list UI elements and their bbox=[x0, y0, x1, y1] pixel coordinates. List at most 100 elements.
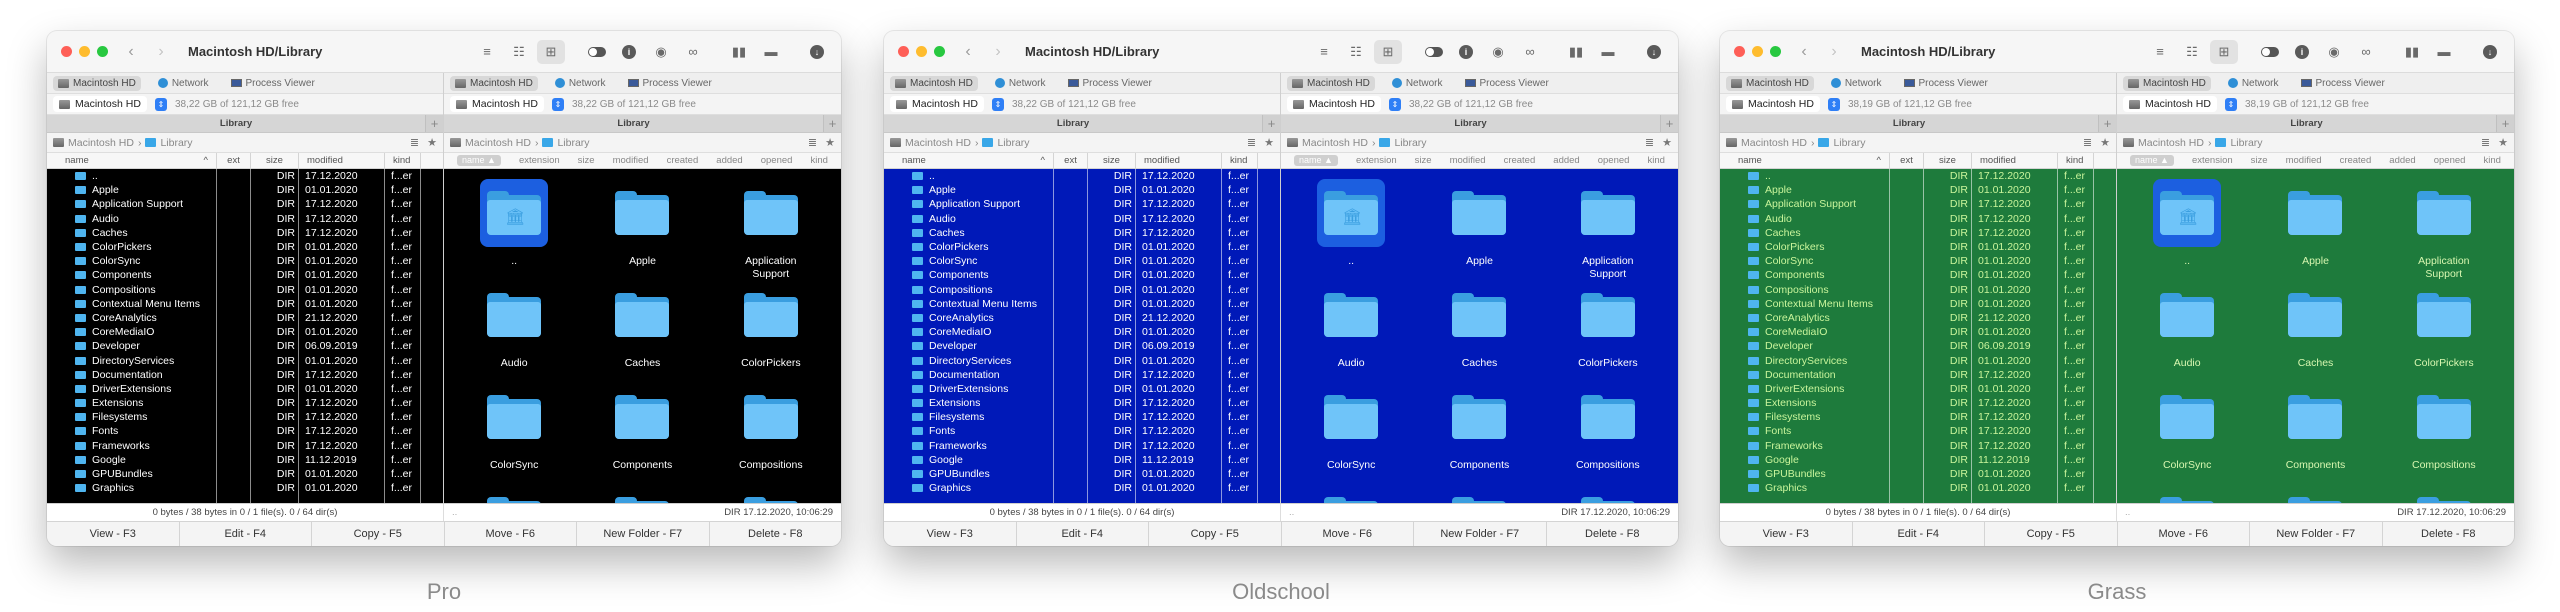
sort-header-size[interactable]: size bbox=[578, 155, 595, 166]
table-row[interactable]: ColorPickers DIR 01.01.2020 f...er bbox=[884, 240, 1280, 254]
breadcrumb-folder[interactable]: Library bbox=[997, 137, 1029, 149]
add-tab-button[interactable]: + bbox=[823, 115, 841, 132]
list-view-icon[interactable]: ☷ bbox=[505, 40, 533, 64]
new-folder-button[interactable]: New Folder - F7 bbox=[1414, 522, 1547, 546]
folder-tab[interactable]: Library bbox=[1720, 115, 2098, 132]
table-row[interactable]: Frameworks DIR 17.12.2020 f...er bbox=[1720, 439, 2116, 453]
table-row[interactable]: Google DIR 11.12.2019 f...er bbox=[884, 453, 1280, 467]
dual-pane-icon[interactable]: ▮▮ bbox=[725, 40, 753, 64]
binoculars-icon[interactable]: ∞ bbox=[679, 40, 707, 64]
sort-header-added[interactable]: added bbox=[2389, 155, 2415, 166]
grid-item[interactable]: Audio bbox=[2123, 281, 2251, 383]
drive-tab[interactable]: Process Viewer bbox=[1063, 76, 1157, 91]
network-folder-icon[interactable]: ▬ bbox=[1594, 40, 1622, 64]
volume-stepper-icon[interactable]: ⇕ bbox=[2224, 97, 2237, 111]
grid-item[interactable]: 🏛.. bbox=[2123, 179, 2251, 281]
view-button[interactable]: View - F3 bbox=[884, 522, 1017, 546]
breadcrumb-root[interactable]: Macintosh HD bbox=[1741, 137, 1807, 149]
table-row[interactable]: DirectoryServices DIR 01.01.2020 f...er bbox=[1720, 353, 2116, 367]
grid-item[interactable] bbox=[2123, 485, 2251, 503]
table-row[interactable]: Developer DIR 06.09.2019 f...er bbox=[884, 339, 1280, 353]
table-row[interactable]: Filesystems DIR 17.12.2020 f...er bbox=[884, 410, 1280, 424]
sort-header-size[interactable]: size bbox=[1415, 155, 1432, 166]
grid-item[interactable]: Caches bbox=[578, 281, 706, 383]
star-icon[interactable]: ★ bbox=[2100, 136, 2110, 149]
icon-grid[interactable]: 🏛.. Apple Application Support Audio Caches Co… bbox=[2117, 169, 2514, 503]
menu-icon[interactable]: ≣ bbox=[1645, 136, 1654, 149]
grid-item[interactable]: ColorPickers bbox=[1544, 281, 1672, 383]
grid-item[interactable]: ColorPickers bbox=[2380, 281, 2508, 383]
zoom-button[interactable] bbox=[1770, 46, 1781, 57]
drive-tab[interactable]: Network bbox=[990, 76, 1051, 91]
table-row[interactable]: Application Support DIR 17.12.2020 f...er bbox=[47, 197, 443, 211]
table-row[interactable]: ColorSync DIR 01.01.2020 f...er bbox=[884, 254, 1280, 268]
table-row[interactable]: Caches DIR 17.12.2020 f...er bbox=[1720, 226, 2116, 240]
drive-tab[interactable]: Macintosh HD bbox=[2123, 75, 2211, 91]
breadcrumb-folder[interactable]: Library bbox=[557, 137, 589, 149]
sort-header-modified[interactable]: modified bbox=[613, 155, 649, 166]
grid-item[interactable]: ColorPickers bbox=[707, 281, 835, 383]
table-row[interactable]: Audio DIR 17.12.2020 f...er bbox=[884, 212, 1280, 226]
drive-tab[interactable]: Network bbox=[153, 76, 214, 91]
brief-view-icon[interactable]: ≡ bbox=[473, 40, 501, 64]
new-folder-button[interactable]: New Folder - F7 bbox=[577, 522, 710, 546]
sort-header-kind[interactable]: kind bbox=[810, 155, 827, 166]
grid-item[interactable]: Application Support bbox=[1544, 179, 1672, 281]
folder-tab[interactable]: Library bbox=[2117, 115, 2496, 132]
breadcrumb-folder[interactable]: Library bbox=[1833, 137, 1865, 149]
eye-icon[interactable]: ◉ bbox=[1484, 40, 1512, 64]
binoculars-icon[interactable]: ∞ bbox=[2352, 40, 2380, 64]
table-row[interactable]: Fonts DIR 17.12.2020 f...er bbox=[884, 424, 1280, 438]
copy-button[interactable]: Copy - F5 bbox=[1985, 522, 2118, 546]
table-row[interactable]: DirectoryServices DIR 01.01.2020 f...er bbox=[47, 353, 443, 367]
grid-item[interactable]: Application Support bbox=[707, 179, 835, 281]
menu-icon[interactable]: ≣ bbox=[2481, 136, 2490, 149]
binoculars-icon[interactable]: ∞ bbox=[1516, 40, 1544, 64]
edit-button[interactable]: Edit - F4 bbox=[1017, 522, 1149, 546]
icon-view-icon[interactable]: ⊞ bbox=[1374, 39, 1402, 64]
breadcrumb-root[interactable]: Macintosh HD bbox=[905, 137, 971, 149]
grid-item[interactable]: Apple bbox=[2251, 179, 2379, 281]
drive-tab[interactable]: Network bbox=[2223, 76, 2284, 91]
new-folder-button[interactable]: New Folder - F7 bbox=[2250, 522, 2383, 546]
table-row[interactable]: Application Support DIR 17.12.2020 f...er bbox=[884, 197, 1280, 211]
sort-header-modified[interactable]: modified bbox=[2286, 155, 2322, 166]
table-row[interactable]: Apple DIR 01.01.2020 f...er bbox=[1720, 183, 2116, 197]
drive-tab[interactable]: Macintosh HD bbox=[1726, 75, 1814, 91]
breadcrumb-root[interactable]: Macintosh HD bbox=[68, 137, 134, 149]
eye-icon[interactable]: ◉ bbox=[2320, 40, 2348, 64]
column-header-name[interactable]: name ^ bbox=[47, 153, 217, 168]
move-button[interactable]: Move - F6 bbox=[445, 522, 577, 546]
table-row[interactable]: Documentation DIR 17.12.2020 f...er bbox=[47, 368, 443, 382]
toggle-hidden-button[interactable] bbox=[1420, 40, 1448, 64]
list-view-icon[interactable]: ☷ bbox=[2178, 40, 2206, 64]
zoom-button[interactable] bbox=[934, 46, 945, 57]
delete-button[interactable]: Delete - F8 bbox=[1547, 522, 1679, 546]
drive-tab[interactable]: Process Viewer bbox=[623, 76, 717, 91]
star-icon[interactable]: ★ bbox=[2498, 136, 2508, 149]
column-header-kind[interactable]: kind bbox=[1222, 153, 1258, 168]
grid-item[interactable]: Audio bbox=[1287, 281, 1415, 383]
table-row[interactable]: Audio DIR 17.12.2020 f...er bbox=[47, 212, 443, 226]
star-icon[interactable]: ★ bbox=[1264, 136, 1274, 149]
table-row[interactable]: Filesystems DIR 17.12.2020 f...er bbox=[1720, 410, 2116, 424]
sort-header-extension[interactable]: extension bbox=[2192, 155, 2233, 166]
column-header-size[interactable]: size bbox=[1088, 153, 1136, 168]
sort-header-modified[interactable]: modified bbox=[1450, 155, 1486, 166]
network-folder-icon[interactable]: ▬ bbox=[757, 40, 785, 64]
menu-icon[interactable]: ≣ bbox=[2083, 136, 2092, 149]
view-button[interactable]: View - F3 bbox=[1720, 522, 1853, 546]
table-row[interactable]: Developer DIR 06.09.2019 f...er bbox=[47, 339, 443, 353]
close-button[interactable] bbox=[61, 46, 72, 57]
column-header-name[interactable]: name ^ bbox=[1720, 153, 1890, 168]
column-header-size[interactable]: size bbox=[251, 153, 299, 168]
table-row[interactable]: .. DIR 17.12.2020 f...er bbox=[47, 169, 443, 183]
grid-item[interactable]: 🏛.. bbox=[450, 179, 578, 281]
menu-icon[interactable]: ≣ bbox=[808, 136, 817, 149]
icon-view-icon[interactable]: ⊞ bbox=[2210, 39, 2238, 64]
breadcrumb-folder[interactable]: Library bbox=[1394, 137, 1426, 149]
sort-header-kind[interactable]: kind bbox=[2483, 155, 2500, 166]
table-row[interactable]: Contextual Menu Items DIR 01.01.2020 f...er bbox=[1720, 297, 2116, 311]
brief-view-icon[interactable]: ≡ bbox=[1310, 40, 1338, 64]
table-row[interactable]: Google DIR 11.12.2019 f...er bbox=[47, 453, 443, 467]
